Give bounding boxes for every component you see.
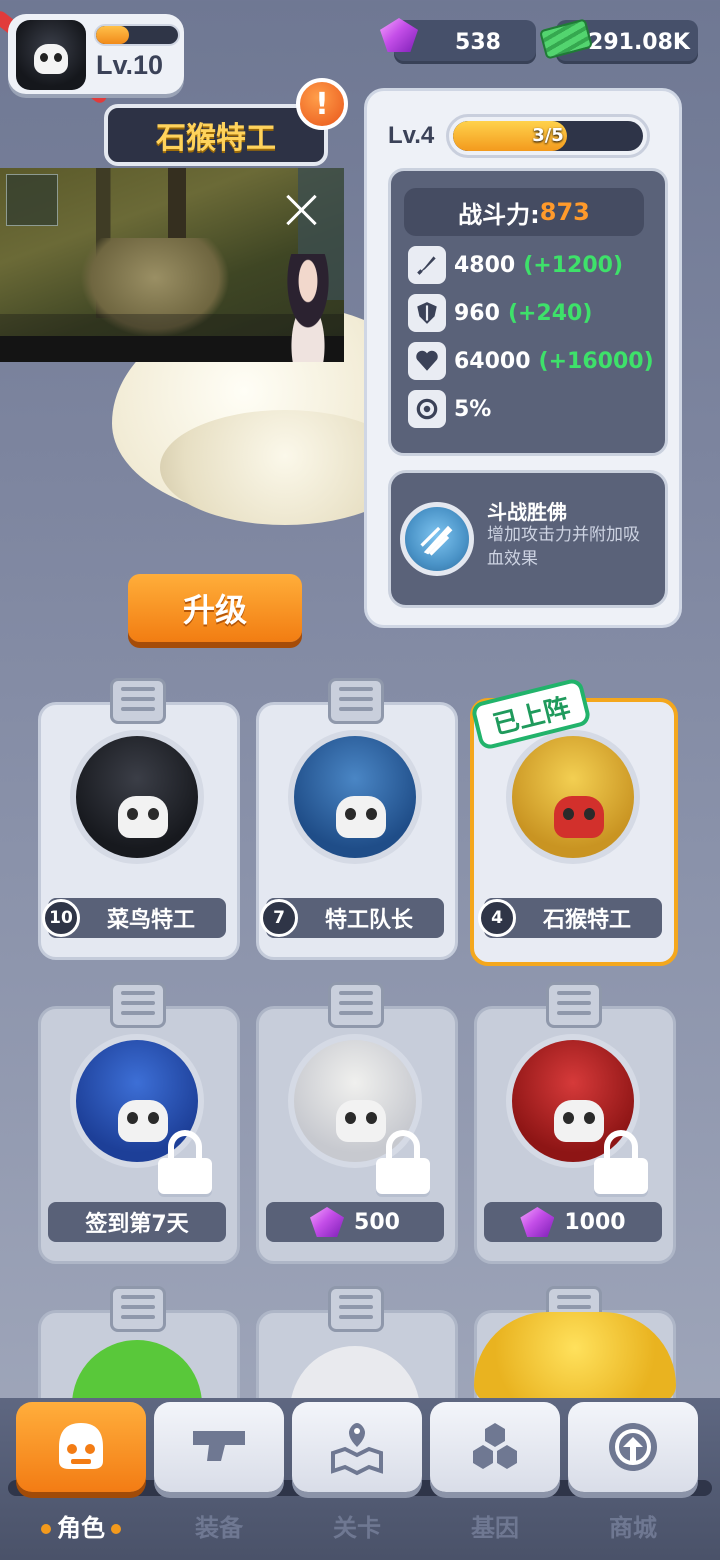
card-clip	[328, 1286, 384, 1332]
shield-icon	[408, 294, 446, 332]
gem-counter[interactable]: 538	[394, 20, 536, 64]
player-card[interactable]: Lv.10	[8, 14, 184, 94]
tab-shop-label[interactable]: 商城	[568, 1508, 698, 1543]
player-avatar[interactable]	[16, 20, 86, 90]
tab-shop[interactable]	[568, 1402, 698, 1492]
gene-icon	[473, 1423, 517, 1469]
hp-bonus: (+16000)	[538, 348, 654, 374]
avatar-rookie	[70, 730, 204, 864]
video-minimap	[6, 174, 58, 226]
defense-bonus: (+240)	[507, 300, 593, 326]
upgrade-button[interactable]: 升级	[128, 574, 302, 642]
skull-icon	[554, 796, 604, 838]
hero-progress-text: 3/5	[532, 125, 564, 146]
tab-equipment[interactable]	[154, 1402, 284, 1492]
tab-gene[interactable]	[430, 1402, 560, 1492]
hero-name-plate: 石猴特工	[104, 104, 328, 166]
cash-count: 291.08K	[588, 29, 690, 55]
combat-power-value: 873	[539, 198, 590, 226]
avatar-straw-hat	[474, 1312, 676, 1402]
tab-character-label[interactable]: 角色	[16, 1508, 146, 1543]
player-xp-fill	[96, 26, 129, 44]
card-level-badge: 10	[42, 899, 80, 937]
gem-count: 538	[455, 29, 501, 55]
card-level-badge: 7	[260, 899, 298, 937]
card-price: 1000	[484, 1202, 662, 1242]
lock-icon	[376, 1130, 430, 1194]
skull-icon	[336, 796, 386, 838]
card-name: 石猴特工	[542, 908, 631, 933]
skill-description: 增加攻击力并附加吸血效果	[487, 525, 640, 569]
card-name: 菜鸟特工	[106, 908, 195, 933]
card-level-badge: 4	[478, 899, 516, 937]
character-icon	[59, 1423, 103, 1469]
stat-hp: 64000 (+16000)	[408, 340, 654, 382]
defense-value: 960	[454, 300, 500, 326]
player-level: Lv.10	[96, 50, 164, 80]
lock-icon	[158, 1130, 212, 1194]
attack-bonus: (+1200)	[523, 252, 624, 278]
skull-icon	[118, 796, 168, 838]
combat-power: 战斗力: 873	[404, 188, 644, 236]
tab-stage[interactable]	[292, 1402, 422, 1492]
avatar-monkey	[506, 730, 640, 864]
heart-icon	[408, 342, 446, 380]
tab-equipment-label[interactable]: 装备	[154, 1508, 284, 1543]
skill-claw-icon[interactable]	[400, 502, 474, 576]
tab-gene-label[interactable]: 基因	[430, 1508, 560, 1543]
alert-icon[interactable]: !	[296, 78, 348, 130]
card-clip	[328, 678, 384, 724]
hero-progress-bar: 3/5	[446, 114, 650, 158]
lock-icon	[594, 1130, 648, 1194]
card-label: 签到第7天	[48, 1202, 226, 1242]
attack-icon	[408, 246, 446, 284]
tab-character[interactable]	[16, 1402, 146, 1492]
card-clip	[110, 982, 166, 1028]
avatar-captain	[288, 730, 422, 864]
crit-value: 5%	[454, 396, 492, 422]
card-clip	[110, 678, 166, 724]
card-price-value: 1000	[564, 1209, 626, 1235]
card-clip	[328, 982, 384, 1028]
card-clip	[546, 982, 602, 1028]
skull-face-icon	[34, 44, 68, 74]
gem-icon	[310, 1207, 345, 1237]
card-clip	[110, 1286, 166, 1332]
player-xp-bar	[94, 24, 180, 46]
stat-attack: 4800 (+1200)	[408, 244, 623, 286]
skill-name: 斗战胜佛	[487, 500, 567, 524]
equipment-icon	[193, 1431, 245, 1461]
hero-level: Lv.4	[388, 122, 435, 149]
map-icon	[331, 1423, 383, 1476]
hp-value: 64000	[454, 348, 531, 374]
tab-stage-label[interactable]: 关卡	[292, 1508, 422, 1543]
combat-power-label: 战斗力:	[458, 200, 540, 229]
attack-value: 4800	[454, 252, 516, 278]
stat-defense: 960 (+240)	[408, 292, 592, 334]
gem-icon	[520, 1207, 555, 1237]
video-overlay[interactable]	[0, 168, 344, 362]
stat-crit: 5%	[408, 388, 491, 430]
close-icon[interactable]	[282, 190, 322, 230]
crit-icon	[408, 390, 446, 428]
shop-icon	[609, 1423, 657, 1471]
card-price: 500	[266, 1202, 444, 1242]
card-name: 特工队长	[324, 908, 413, 933]
streamer-avatar	[272, 254, 344, 362]
card-price-value: 500	[354, 1209, 400, 1235]
